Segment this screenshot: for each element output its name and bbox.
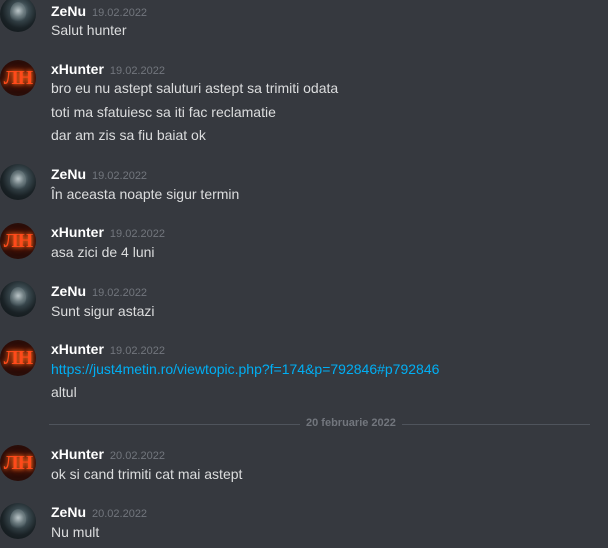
avatar-logo: ЛН (3, 346, 33, 369)
avatar-logo: ЛН (3, 451, 33, 474)
message-text: Nu mult (51, 524, 100, 540)
timestamp: 19.02.2022 (92, 287, 148, 299)
message-text: Sunt sigur astazi (51, 303, 155, 319)
username[interactable]: xHunter (51, 224, 104, 240)
message-text: ok si cand trimiti cat mai astept (51, 466, 243, 482)
message-text: bro eu nu astept saluturi astept sa trim… (51, 80, 339, 96)
avatar[interactable]: ЛН (0, 340, 36, 376)
date-divider-label: 20 februarie 2022 (300, 417, 402, 429)
username[interactable]: xHunter (51, 61, 104, 77)
message-text: În aceasta noapte sigur termin (51, 186, 240, 202)
username[interactable]: xHunter (51, 341, 104, 357)
avatar[interactable] (0, 503, 36, 539)
avatar[interactable] (0, 164, 36, 200)
timestamp: 19.02.2022 (109, 228, 165, 240)
username[interactable]: ZeNu (51, 3, 86, 19)
avatar[interactable]: ЛН (0, 445, 36, 481)
timestamp: 19.02.2022 (92, 7, 148, 19)
avatar[interactable] (0, 0, 36, 32)
avatar-logo: ЛН (3, 229, 33, 252)
username[interactable]: ZeNu (51, 504, 86, 520)
timestamp: 19.02.2022 (92, 170, 148, 182)
username[interactable]: xHunter (51, 446, 104, 462)
timestamp: 20.02.2022 (92, 508, 148, 520)
timestamp: 19.02.2022 (109, 345, 165, 357)
message-text: toti ma sfatuiesc sa iti fac reclamatie (51, 104, 276, 120)
username[interactable]: ZeNu (51, 166, 86, 182)
message-text: altul (51, 384, 77, 400)
message-text: Salut hunter (51, 22, 127, 38)
message-text: dar am zis sa fiu baiat ok (51, 127, 206, 143)
timestamp: 20.02.2022 (109, 450, 165, 462)
timestamp: 19.02.2022 (109, 65, 165, 77)
avatar-logo: ЛН (3, 66, 33, 89)
message-link[interactable]: https://just4metin.ro/viewtopic.php?f=17… (51, 361, 439, 377)
message-text: asa zici de 4 luni (51, 244, 155, 260)
avatar[interactable]: ЛН (0, 223, 36, 259)
avatar[interactable]: ЛН (0, 60, 36, 96)
username[interactable]: ZeNu (51, 283, 86, 299)
avatar[interactable] (0, 281, 36, 317)
